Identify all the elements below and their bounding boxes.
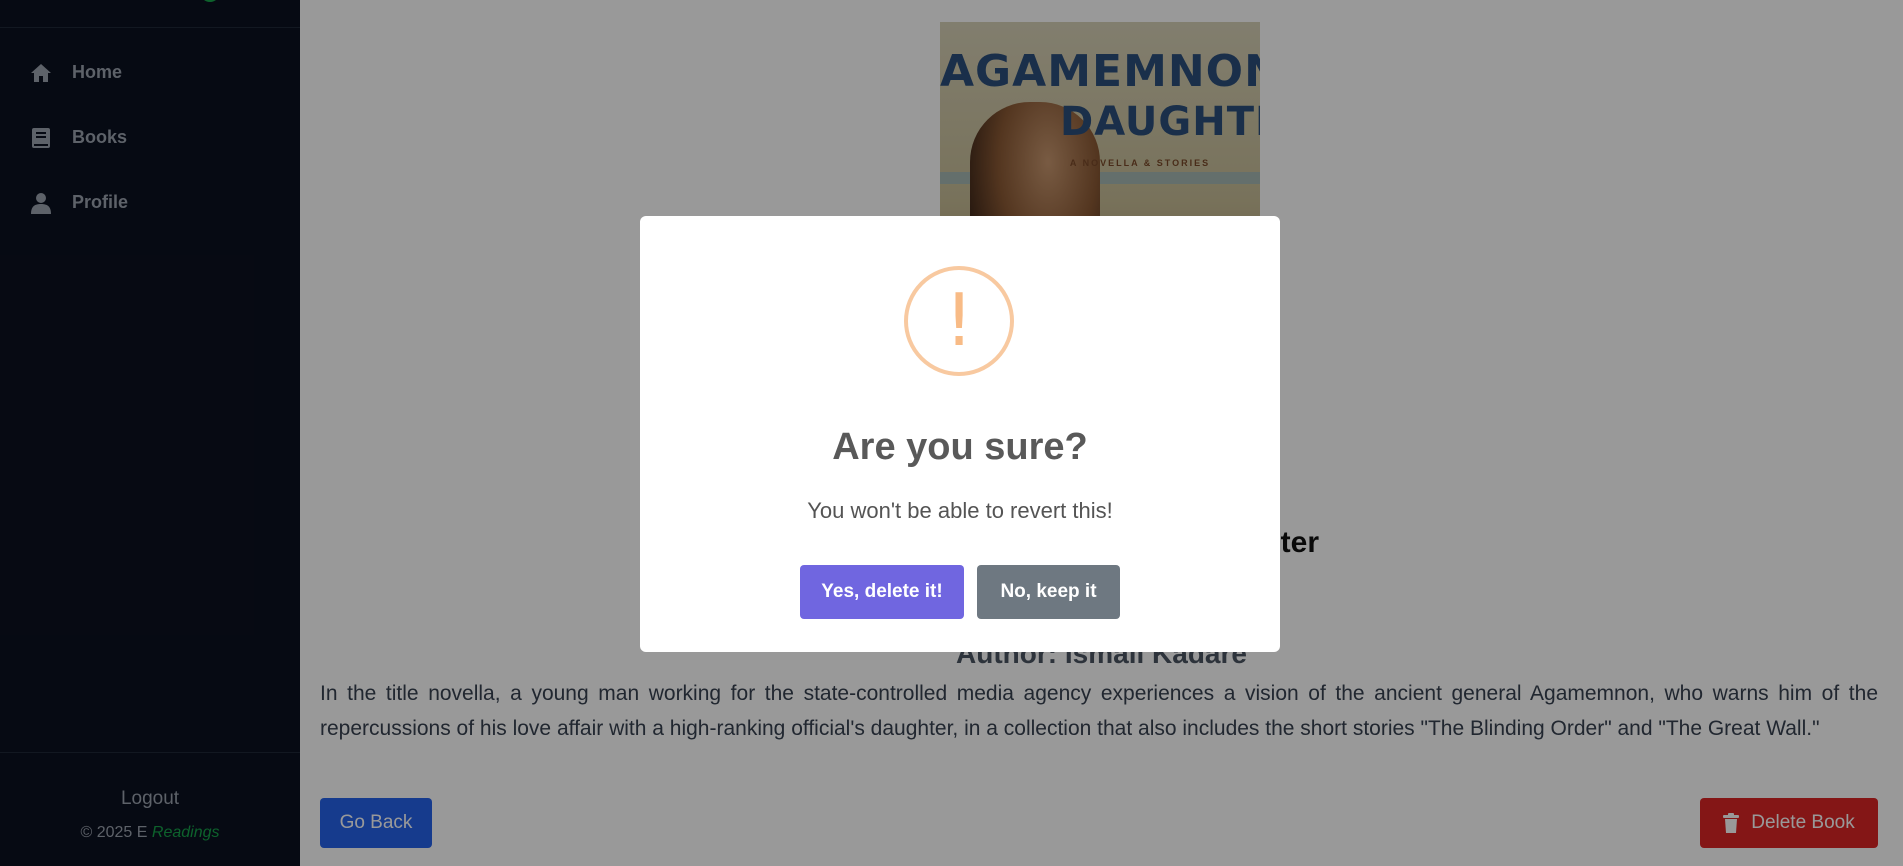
cancel-button[interactable]: No, keep it [977,565,1120,619]
confirm-delete-dialog: ! Are you sure? You won't be able to rev… [640,216,1280,652]
dialog-actions: Yes, delete it! No, keep it [640,565,1280,619]
dialog-text: You won't be able to revert this! [807,498,1113,523]
dialog-title: Are you sure? [832,426,1088,468]
confirm-delete-button[interactable]: Yes, delete it! [800,565,964,619]
warning-icon: ! [904,266,1014,376]
